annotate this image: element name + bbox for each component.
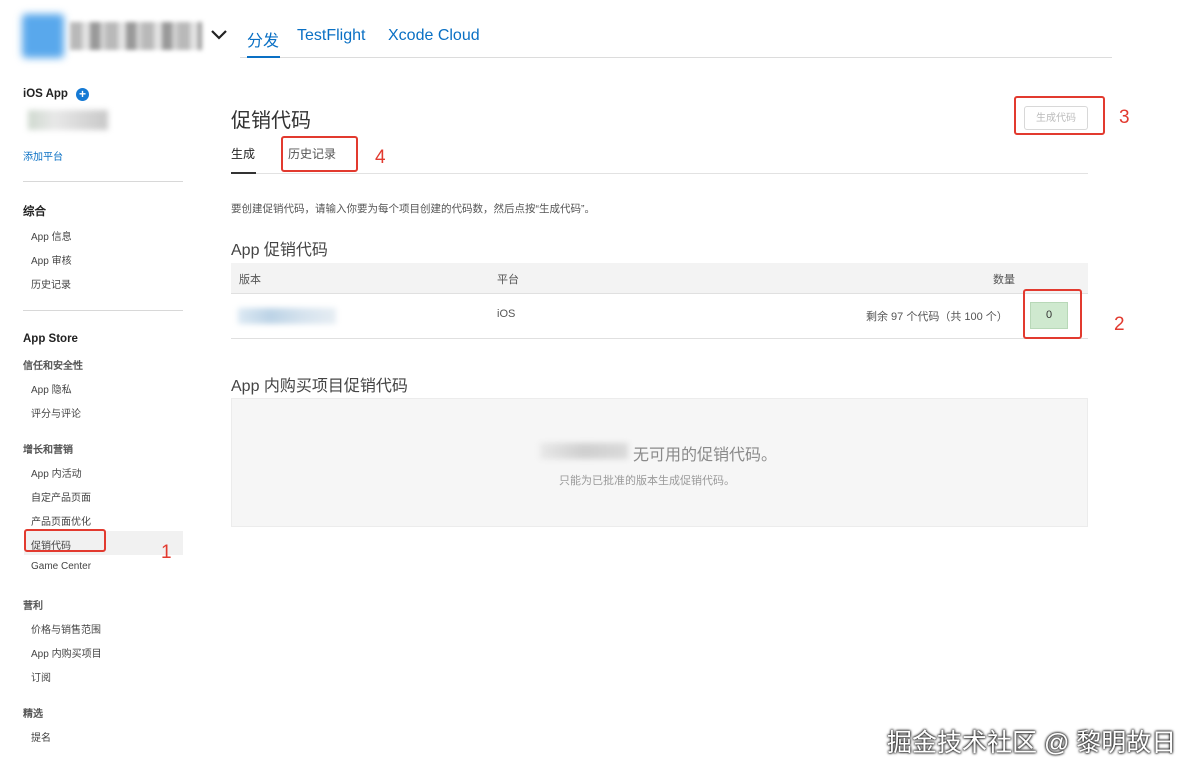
platform-title: iOS App	[23, 88, 68, 100]
tab-testflight[interactable]: TestFlight	[297, 27, 365, 45]
header-divider	[240, 57, 1112, 58]
sidebar-item-app-review[interactable]: App 审核	[31, 252, 72, 267]
empty-state-subtitle: 只能为已批准的版本生成促销代码。	[559, 475, 735, 487]
sidebar-item-app-info[interactable]: App 信息	[31, 228, 72, 243]
sidebar-section-growth-marketing: 增长和营销	[23, 445, 73, 456]
tab-generate[interactable]: 生成	[231, 145, 255, 162]
annotation-box-4	[281, 136, 358, 172]
annotation-label-3: 3	[1119, 107, 1130, 128]
table-divider	[231, 293, 1088, 294]
add-platform-icon[interactable]: +	[76, 88, 89, 101]
sidebar-item-in-app-events[interactable]: App 内活动	[31, 465, 82, 480]
page-title: 促销代码	[231, 110, 311, 132]
sidebar-item-history[interactable]: 历史记录	[31, 276, 71, 291]
annotation-box-1	[24, 529, 106, 552]
sidebar-section-general: 综合	[23, 206, 46, 218]
instructions-text: 要创建促销代码，请输入你要为每个项目创建的代码数，然后点按“生成代码”。	[231, 203, 595, 215]
annotation-label-4: 4	[375, 147, 386, 168]
annotation-box-3	[1014, 96, 1105, 135]
iap-name-redacted	[540, 443, 628, 459]
annotation-box-2	[1023, 289, 1082, 339]
sidebar-item-nominations[interactable]: 提名	[31, 729, 51, 744]
sidebar-item-game-center[interactable]: Game Center	[31, 561, 91, 572]
column-header-platform: 平台	[497, 274, 519, 286]
annotation-label-1: 1	[161, 542, 172, 563]
sidebar-item-ratings-reviews[interactable]: 评分与评论	[31, 405, 81, 420]
active-tab-indicator	[247, 56, 280, 58]
sidebar-item-in-app-purchases[interactable]: App 内购买项目	[31, 645, 102, 660]
app-promo-codes-heading: App 促销代码	[231, 242, 328, 259]
chevron-down-icon[interactable]	[208, 24, 230, 46]
sidebar-section-trust-safety: 信任和安全性	[23, 361, 83, 372]
column-header-version: 版本	[239, 274, 261, 286]
empty-state-title: 无可用的促销代码。	[633, 447, 778, 464]
annotation-label-2: 2	[1114, 314, 1125, 335]
sidebar-item-subscriptions[interactable]: 订阅	[31, 669, 51, 684]
sidebar-section-featuring: 精选	[23, 709, 43, 720]
iap-promo-codes-heading: App 内购买项目促销代码	[231, 378, 408, 395]
column-header-quantity: 数量	[993, 274, 1015, 286]
app-icon	[22, 14, 64, 58]
sidebar-item-custom-product-pages[interactable]: 自定产品页面	[31, 489, 91, 504]
sidebar-item-pricing[interactable]: 价格与销售范围	[31, 621, 101, 636]
tab-distribution[interactable]: 分发	[247, 27, 279, 51]
add-platform-link[interactable]: 添加平台	[23, 148, 63, 163]
version-redacted	[238, 308, 336, 324]
sidebar-section-app-store: App Store	[23, 333, 78, 345]
sidebar-item-product-page-optimization[interactable]: 产品页面优化	[31, 513, 91, 528]
sidebar-section-monetization: 营利	[23, 601, 43, 612]
sidebar-item-app-privacy[interactable]: App 隐私	[31, 381, 72, 396]
table-cell-platform: iOS	[497, 308, 516, 320]
active-tab-indicator	[231, 172, 256, 174]
tabs-divider	[231, 173, 1088, 174]
tab-xcode-cloud[interactable]: Xcode Cloud	[388, 27, 480, 45]
table-cell-remaining: 剩余 97 个代码（共 100 个）	[866, 311, 1008, 323]
app-name-redacted	[70, 22, 202, 50]
sidebar-divider	[23, 181, 183, 182]
watermark: 掘金技术社区 @ 黎明故日	[887, 729, 1177, 757]
table-divider	[231, 338, 1088, 339]
app-version-redacted	[28, 110, 108, 130]
sidebar-divider	[23, 310, 183, 311]
table-header	[231, 263, 1088, 293]
